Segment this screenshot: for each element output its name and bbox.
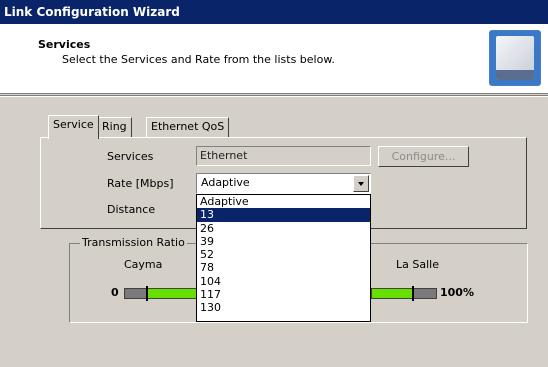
header-subtitle: Select the Services and Rate from the li… bbox=[62, 53, 335, 66]
rate-option-selected[interactable]: 13 bbox=[197, 208, 370, 222]
rate-option[interactable]: 78 bbox=[197, 261, 370, 274]
rate-option[interactable]: 39 bbox=[197, 235, 370, 248]
wizard-device-icon bbox=[489, 30, 541, 86]
rate-option[interactable]: 26 bbox=[197, 222, 370, 235]
distance-label: Distance bbox=[107, 203, 156, 216]
services-label: Services bbox=[107, 150, 154, 163]
rate-option[interactable]: 130 bbox=[197, 301, 370, 314]
rate-label: Rate [Mbps] bbox=[107, 177, 174, 190]
wizard-header: Services Select the Services and Rate fr… bbox=[0, 24, 548, 94]
site-b-label: La Salle bbox=[396, 258, 439, 271]
ratio-slider-handle[interactable] bbox=[146, 286, 148, 301]
header-title: Services bbox=[38, 38, 91, 51]
configure-button[interactable]: Configure... bbox=[378, 146, 469, 167]
tab-ring[interactable]: Ring bbox=[97, 117, 132, 138]
window-title: Link Configuration Wizard bbox=[0, 0, 548, 24]
tab-ethernet-qos[interactable]: Ethernet QoS bbox=[146, 117, 230, 138]
rate-select[interactable]: Adaptive bbox=[196, 173, 371, 194]
ratio-min-label: 0 bbox=[111, 286, 119, 299]
ratio-max-label: 100% bbox=[440, 286, 474, 299]
tab-service[interactable]: Service bbox=[48, 115, 99, 139]
services-field: Ethernet bbox=[196, 146, 371, 166]
rate-option[interactable]: 117 bbox=[197, 288, 370, 301]
site-a-label: Cayma bbox=[124, 258, 163, 271]
rate-dropdown-list[interactable]: Adaptive 13 26 39 52 78 104 117 130 bbox=[196, 194, 371, 322]
rate-option[interactable]: 104 bbox=[197, 275, 370, 288]
header-separator bbox=[0, 95, 548, 97]
ratio-bar-right bbox=[371, 286, 437, 301]
rate-select-value: Adaptive bbox=[201, 176, 250, 189]
ratio-bar-left bbox=[124, 286, 199, 301]
transmission-ratio-label: Transmission Ratio bbox=[80, 236, 187, 249]
rate-option[interactable]: Adaptive bbox=[197, 195, 370, 208]
chevron-down-icon[interactable] bbox=[353, 175, 369, 192]
rate-option[interactable]: 52 bbox=[197, 248, 370, 261]
